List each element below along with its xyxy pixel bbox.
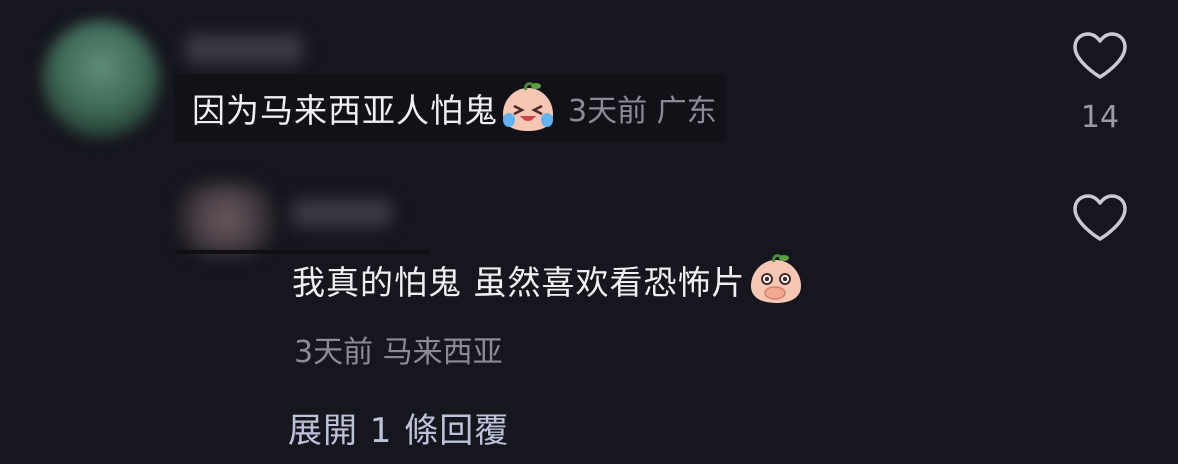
reply-body[interactable]: 我真的怕鬼 虽然喜欢看恐怖片 xyxy=(292,254,804,305)
like-count: 14 xyxy=(1080,100,1120,135)
heart-icon xyxy=(1073,194,1127,241)
covering-mouth-peach-icon xyxy=(750,254,801,303)
heart-icon xyxy=(1073,32,1127,79)
avatar[interactable] xyxy=(42,20,160,138)
comment-location: 广东 xyxy=(656,94,717,129)
reply-location: 马来西亚 xyxy=(382,335,503,370)
comment-item: 因为马来西亚人怕鬼 3天前 广东 14 xyxy=(0,0,1178,180)
like-button[interactable]: 14 xyxy=(1070,30,1130,135)
reply-time: 3天前 xyxy=(294,335,374,370)
username[interactable] xyxy=(185,34,303,64)
username[interactable] xyxy=(292,199,392,227)
comment-body[interactable]: 因为马来西亚人怕鬼 3天前 广东 xyxy=(174,74,725,142)
comment-meta: 3天前 广东 xyxy=(568,86,717,130)
like-button[interactable] xyxy=(1070,192,1130,244)
reply-meta: 3天前 马来西亚 xyxy=(294,327,503,371)
expand-replies-link[interactable]: 展開 1 條回覆 xyxy=(288,403,509,452)
crying-laughing-peach-icon xyxy=(503,82,553,131)
reply-text: 我真的怕鬼 虽然喜欢看恐怖片 xyxy=(292,263,746,302)
reply-item: 我真的怕鬼 虽然喜欢看恐怖片 3天前 马来西亚 展開 1 條回覆 xyxy=(0,175,1178,464)
avatar[interactable] xyxy=(178,183,274,255)
comment-text: 因为马来西亚人怕鬼 xyxy=(192,91,498,130)
divider xyxy=(175,250,430,254)
comment-time: 3天前 xyxy=(568,94,648,129)
